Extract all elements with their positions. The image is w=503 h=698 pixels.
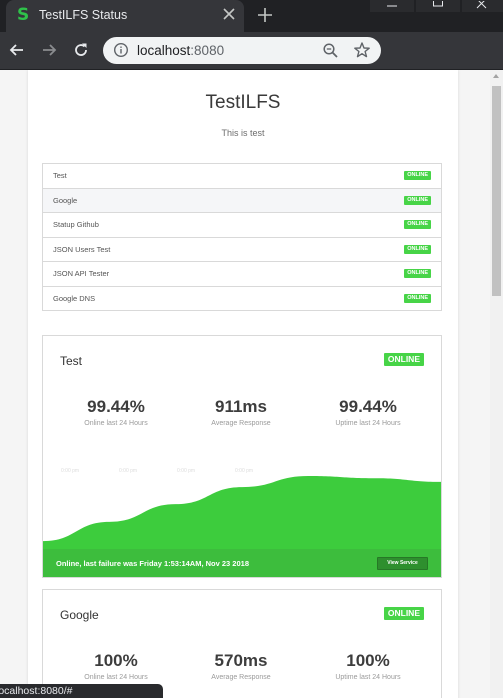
stat-online: 100% Online last 24 Hours [56, 651, 176, 681]
list-item[interactable]: Test ONLINE [43, 164, 441, 189]
stat-uptime: 99.44% Uptime last 24 Hours [308, 397, 428, 427]
x-tick-label: 0:00 pm [119, 468, 137, 474]
card-footer: Online, last failure was Friday 1:53:14A… [43, 549, 441, 577]
status-page: TestILFS This is test Test ONLINE Google… [28, 70, 458, 698]
x-tick-label: 0:00 pm [409, 468, 427, 474]
status-badge: ONLINE [404, 293, 431, 303]
list-item[interactable]: Google DNS ONLINE [43, 286, 441, 311]
service-card-test: Test ONLINE 99.44% Online last 24 Hours … [42, 335, 442, 578]
plus-icon[interactable] [256, 6, 274, 24]
stat-label: Average Response [211, 674, 271, 681]
service-card-google: Google ONLINE 100% Online last 24 Hours … [42, 589, 442, 698]
scrollbar-thumb[interactable] [492, 86, 501, 296]
status-badge: ONLINE [404, 220, 431, 229]
service-name: Statup Github [53, 220, 99, 229]
service-name: Test [53, 171, 67, 180]
card-title: Google [60, 608, 99, 622]
vertical-scrollbar[interactable] [490, 70, 503, 698]
maximize-icon [433, 0, 443, 7]
stat-value: 100% [94, 651, 138, 670]
stat-value: 99.44% [87, 397, 145, 416]
stat-value: 570ms [214, 651, 268, 670]
status-badge: ONLINE [383, 607, 424, 620]
chart-area [43, 476, 441, 550]
stat-uptime: 100% Uptime last 24 Hours [308, 651, 428, 681]
close-window-icon [476, 0, 487, 9]
scroll-up-icon[interactable] [493, 74, 499, 78]
stat-label: Online last 24 Hours [84, 420, 148, 427]
x-tick-label: 0:00 pm [177, 468, 195, 474]
star-icon[interactable] [353, 41, 371, 59]
forward-arrow-icon[interactable] [39, 40, 59, 60]
x-tick-label: 0:00 pm [61, 468, 79, 474]
x-tick-label: 0:00 pm [235, 468, 253, 474]
stat-response: 570ms Average Response [181, 651, 301, 681]
page-viewport: TestILFS This is test Test ONLINE Google… [0, 70, 490, 698]
zoom-out-icon[interactable] [322, 42, 339, 59]
url-text[interactable]: localhost:8080 [137, 43, 224, 58]
browser-tab-strip: S TestILFS Status [0, 0, 503, 32]
back-arrow-icon[interactable] [7, 40, 27, 60]
stat-value: 911ms [215, 397, 267, 416]
stat-label: Average Response [211, 420, 271, 427]
service-name: JSON Users Test [53, 244, 111, 254]
stat-online: 99.44% Online last 24 Hours [56, 397, 176, 427]
card-title: Test [60, 354, 83, 368]
failure-message: Online, last failure was Friday 1:53:14A… [56, 559, 249, 568]
view-service-button[interactable]: View Service [377, 557, 428, 570]
service-name: Google DNS [53, 293, 96, 303]
status-url: localhost:8080/# [0, 685, 73, 697]
browser-tab[interactable]: S TestILFS Status [6, 0, 244, 32]
x-tick-label: 0:00 pm [351, 468, 369, 474]
close-icon[interactable] [221, 6, 237, 22]
service-name: Google [53, 195, 78, 205]
page-title: TestILFS [205, 92, 281, 113]
tab-title: TestILFS Status [39, 8, 128, 22]
stat-label: Online last 24 Hours [84, 674, 148, 681]
stat-value: 100% [346, 651, 390, 670]
minimize-icon [387, 5, 397, 7]
service-name: JSON API Tester [53, 269, 110, 278]
address-bar[interactable]: localhost:8080 [103, 37, 381, 64]
status-badge: ONLINE [404, 244, 431, 254]
reload-icon[interactable] [71, 40, 91, 60]
stat-response: 911ms Average Response [181, 397, 301, 427]
maximize-button[interactable] [416, 0, 460, 12]
status-badge: ONLINE [404, 171, 431, 180]
favicon-icon: S [17, 5, 30, 25]
link-status-bar: localhost:8080/# [0, 684, 163, 698]
response-chart: 0:00 pm 0:00 pm 0:00 pm 0:00 pm 0:00 pm 0:00 … [43, 468, 441, 550]
service-list: Test ONLINE Google ONLINE Statup Github … [42, 163, 442, 311]
page-description: This is test [221, 128, 265, 138]
status-badge: ONLINE [383, 353, 424, 366]
stat-label: Uptime last 24 Hours [335, 420, 401, 427]
list-item[interactable]: Google ONLINE [43, 188, 441, 213]
list-item[interactable]: JSON Users Test ONLINE [43, 237, 441, 262]
minimize-button[interactable] [370, 0, 414, 12]
stat-label: Uptime last 24 Hours [335, 674, 401, 681]
list-item[interactable]: Statup Github ONLINE [43, 213, 441, 238]
status-badge: ONLINE [404, 195, 431, 205]
status-badge: ONLINE [404, 269, 431, 278]
browser-toolbar: localhost:8080 [0, 32, 503, 70]
stat-value: 99.44% [339, 397, 397, 416]
list-item[interactable]: JSON API Tester ONLINE [43, 262, 441, 287]
x-tick-label: 0:00 pm [293, 468, 311, 474]
info-icon[interactable] [113, 42, 129, 58]
close-window-button[interactable] [462, 0, 503, 12]
